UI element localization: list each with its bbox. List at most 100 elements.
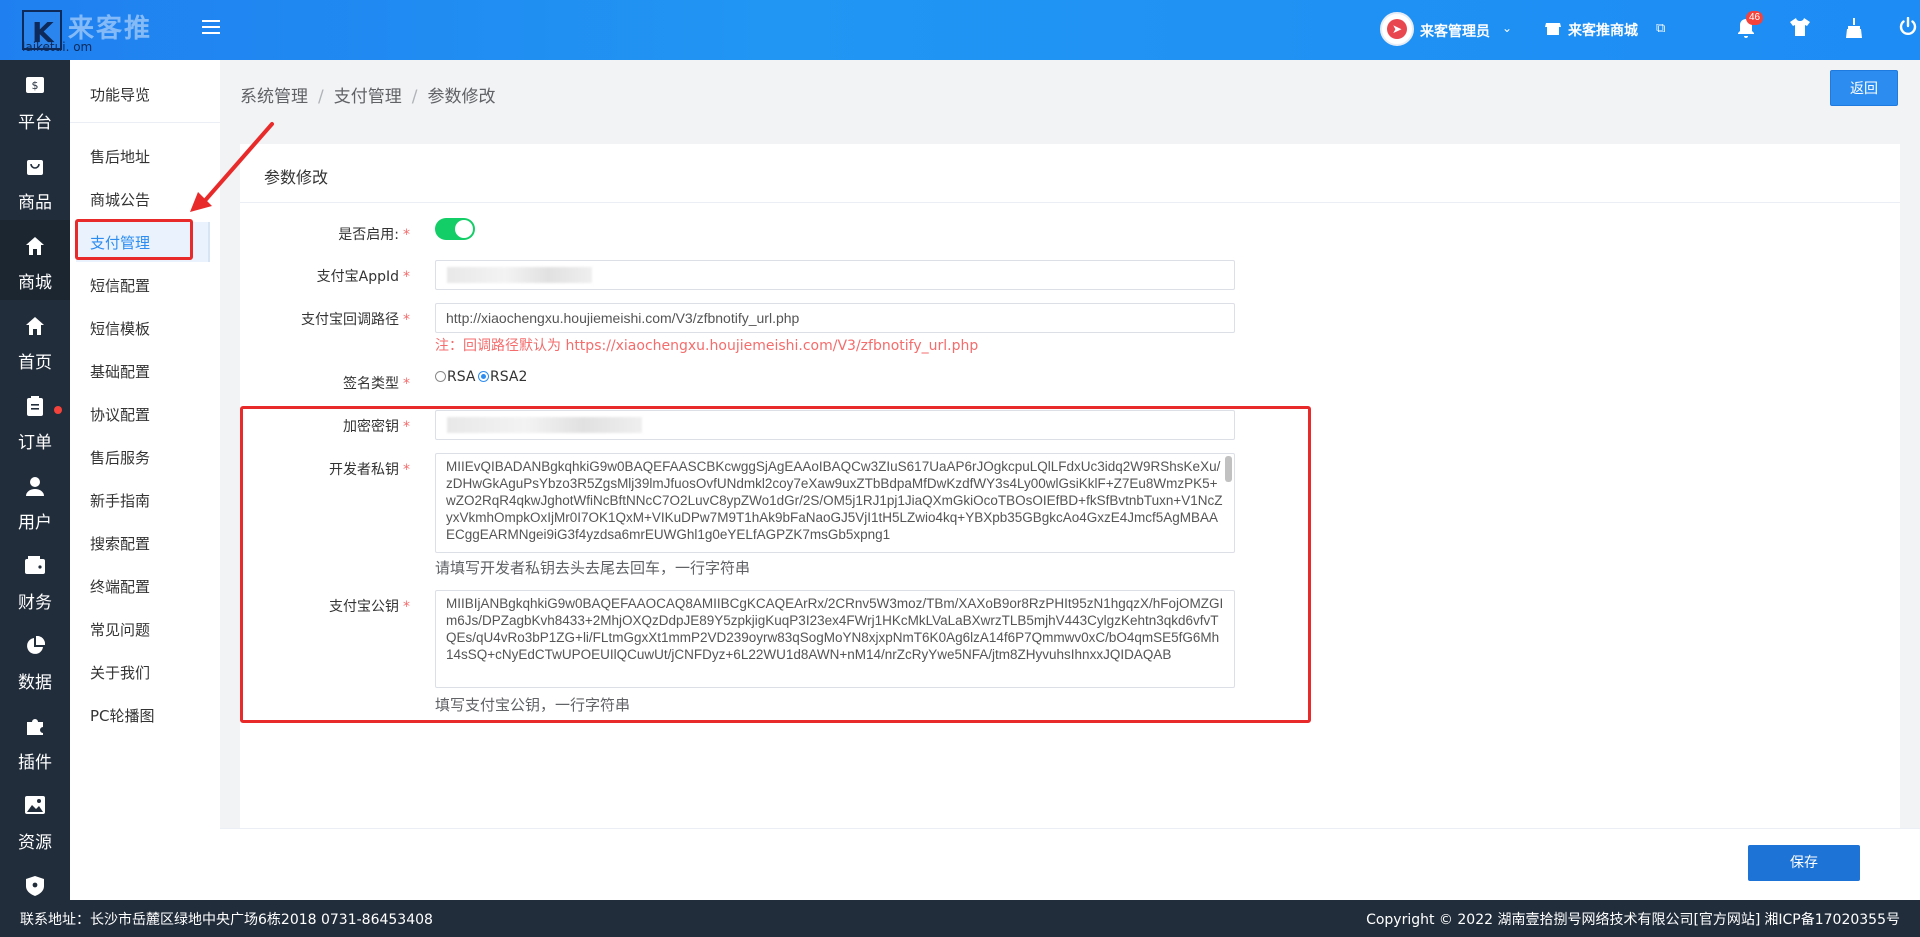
paper-plane-icon: ➤	[1387, 19, 1407, 39]
sub-nav-item[interactable]: 协议配置	[90, 404, 150, 425]
breadcrumb: 系统管理 / 支付管理 / 参数修改	[240, 82, 495, 107]
dollar-icon: $	[0, 76, 70, 99]
nav-item-goods[interactable]: 商品	[0, 140, 70, 220]
shirt-icon[interactable]	[1788, 17, 1812, 41]
nav-label: 数据	[18, 673, 52, 693]
nav-label: 平台	[18, 113, 52, 133]
contact-address: 联系地址：长沙市岳麓区绿地中央广场6栋2018 0731-86453408	[20, 912, 433, 928]
breadcrumb-item[interactable]: 支付管理	[334, 87, 402, 107]
public-key-textarea[interactable]: MIIBIjANBgkqhkiG9w0BAQEFAAOCAQ8AMIIBCgKC…	[435, 590, 1235, 688]
switch-knob	[455, 220, 473, 238]
orders-notification-dot	[54, 406, 62, 414]
icp-number[interactable]: 湘ICP备17020355号	[1764, 912, 1900, 928]
back-button[interactable]: 返回	[1830, 70, 1898, 106]
radio-circle	[435, 371, 446, 382]
shop-link[interactable]: 来客推商城 ⧉	[1544, 19, 1674, 41]
sub-nav-item[interactable]: PC轮播图	[90, 705, 155, 726]
nav-label: 商城	[18, 273, 52, 293]
breadcrumb-bar: 系统管理 / 支付管理 / 参数修改 返回	[220, 60, 1920, 124]
sub-nav-item[interactable]: 终端配置	[90, 576, 150, 597]
sub-nav-item[interactable]: 新手指南	[90, 490, 150, 511]
breadcrumb-separator: /	[318, 87, 324, 107]
user-name: 来客管理员	[1420, 24, 1490, 40]
wallet-icon	[0, 556, 70, 580]
scrollbar[interactable]	[1225, 456, 1232, 482]
site-footer: 联系地址：长沙市岳麓区绿地中央广场6栋2018 0731-86453408 Co…	[0, 900, 1920, 937]
shop-icon	[1544, 19, 1564, 39]
nav-label: 订单	[18, 433, 52, 453]
menu-toggle-icon[interactable]	[202, 20, 220, 36]
external-link-icon: ⧉	[1656, 20, 1666, 35]
bag-icon	[0, 156, 70, 182]
nav-item-users[interactable]: 用户	[0, 460, 70, 540]
public-key-label: 支付宝公钥 *	[329, 599, 410, 615]
notification-badge: 46	[1746, 11, 1764, 25]
copyright: Copyright © 2022 湖南壹拾捌号网络技术有限公司[官方网站] 湘IC…	[1362, 909, 1900, 929]
nav-label: 资源	[18, 833, 52, 853]
breadcrumb-item[interactable]: 系统管理	[240, 87, 308, 107]
store-icon	[0, 236, 70, 262]
annotation-arrow	[190, 122, 274, 212]
sub-nav-title[interactable]: 功能导览	[90, 84, 150, 105]
sub-nav-item[interactable]: 常见问题	[90, 619, 150, 640]
radio-rsa2[interactable]: RSA2	[478, 369, 527, 385]
user-menu[interactable]: ➤ 来客管理员 ⌄	[1380, 12, 1520, 48]
appid-label: 支付宝AppId *	[316, 269, 410, 285]
breadcrumb-separator: /	[411, 87, 418, 107]
nav-item-plugins[interactable]: 插件	[0, 700, 70, 780]
logo-subtitle: laiketui. om	[22, 40, 93, 54]
top-bar: K 来客推 laiketui. om ➤ 来客管理员 ⌄ 来客推商城 ⧉ 46	[0, 0, 1920, 60]
puzzle-icon	[0, 716, 70, 742]
private-key-hint: 请填写开发者私钥去头去尾去回车，一行字符串	[435, 559, 751, 577]
enabled-switch[interactable]	[435, 218, 475, 240]
logo[interactable]: K 来客推 laiketui. om	[22, 8, 172, 54]
shield-icon	[0, 876, 70, 900]
sub-nav-item[interactable]: 商城公告	[90, 189, 150, 210]
sub-nav-item[interactable]: 短信模板	[90, 318, 150, 339]
radio-circle-checked	[478, 371, 489, 382]
nav-label: 用户	[18, 513, 52, 533]
nav-item-home[interactable]: 首页	[0, 300, 70, 380]
nav-item-platform[interactable]: $ 平台	[0, 60, 70, 140]
nav-item-resources[interactable]: 资源	[0, 780, 70, 860]
sub-nav-item[interactable]: 基础配置	[90, 361, 150, 382]
save-button[interactable]: 保存	[1748, 845, 1860, 881]
sign-type-label: 签名类型 *	[343, 376, 410, 392]
nav-item-data[interactable]: 数据	[0, 620, 70, 700]
divider	[240, 202, 1900, 203]
nav-item-orders[interactable]: 订单	[0, 380, 70, 460]
main-nav: $ 平台 商品 商城 首页 订单 用户 财务 数据 插件 资源	[0, 60, 70, 900]
nav-item-security[interactable]	[0, 860, 70, 900]
sub-nav-item[interactable]: 短信配置	[90, 275, 150, 296]
chevron-down-icon: ⌄	[1502, 21, 1513, 35]
private-key-textarea[interactable]: MIIEvQIBADANBgkqhkiG9w0BAQEFAASCBKcwggSj…	[435, 453, 1235, 553]
power-icon[interactable]	[1896, 16, 1920, 41]
sub-nav-item[interactable]: 关于我们	[90, 662, 150, 683]
sub-nav-item-payment[interactable]: 支付管理	[90, 232, 150, 253]
shop-name: 来客推商城	[1568, 23, 1638, 39]
nav-item-mall[interactable]: 商城	[0, 220, 70, 300]
radio-rsa[interactable]: RSA	[435, 369, 475, 385]
nav-label: 插件	[18, 753, 52, 773]
callback-url-input[interactable]: http://xiaochengxu.houjiemeishi.com/V3/z…	[435, 303, 1235, 333]
callback-label: 支付宝回调路径 *	[301, 312, 410, 328]
broom-icon[interactable]	[1842, 17, 1866, 41]
pie-chart-icon	[0, 635, 70, 662]
sub-nav-item[interactable]: 售后服务	[90, 447, 150, 468]
user-icon	[0, 476, 70, 502]
nav-item-finance[interactable]: 财务	[0, 540, 70, 620]
private-key-label: 开发者私钥 *	[329, 462, 410, 478]
nav-label: 财务	[18, 593, 52, 613]
callback-hint: 注：回调路径默认为 https://xiaochengxu.houjiemeis…	[435, 338, 979, 354]
public-key-hint: 填写支付宝公钥，一行字符串	[435, 696, 631, 714]
nav-label: 商品	[18, 193, 52, 213]
sub-nav-item[interactable]: 搜索配置	[90, 533, 150, 554]
sub-nav-item[interactable]: 售后地址	[90, 146, 150, 167]
copyright-text[interactable]: Copyright © 2022 湖南壹拾捌号网络技术有限公司[官方网站]	[1366, 912, 1760, 928]
svg-text:$: $	[32, 79, 39, 92]
enabled-label: 是否启用: *	[338, 227, 410, 243]
avatar: ➤	[1380, 12, 1414, 46]
redacted-value	[447, 267, 592, 283]
bell-icon[interactable]: 46	[1734, 11, 1764, 41]
image-icon	[0, 796, 70, 820]
